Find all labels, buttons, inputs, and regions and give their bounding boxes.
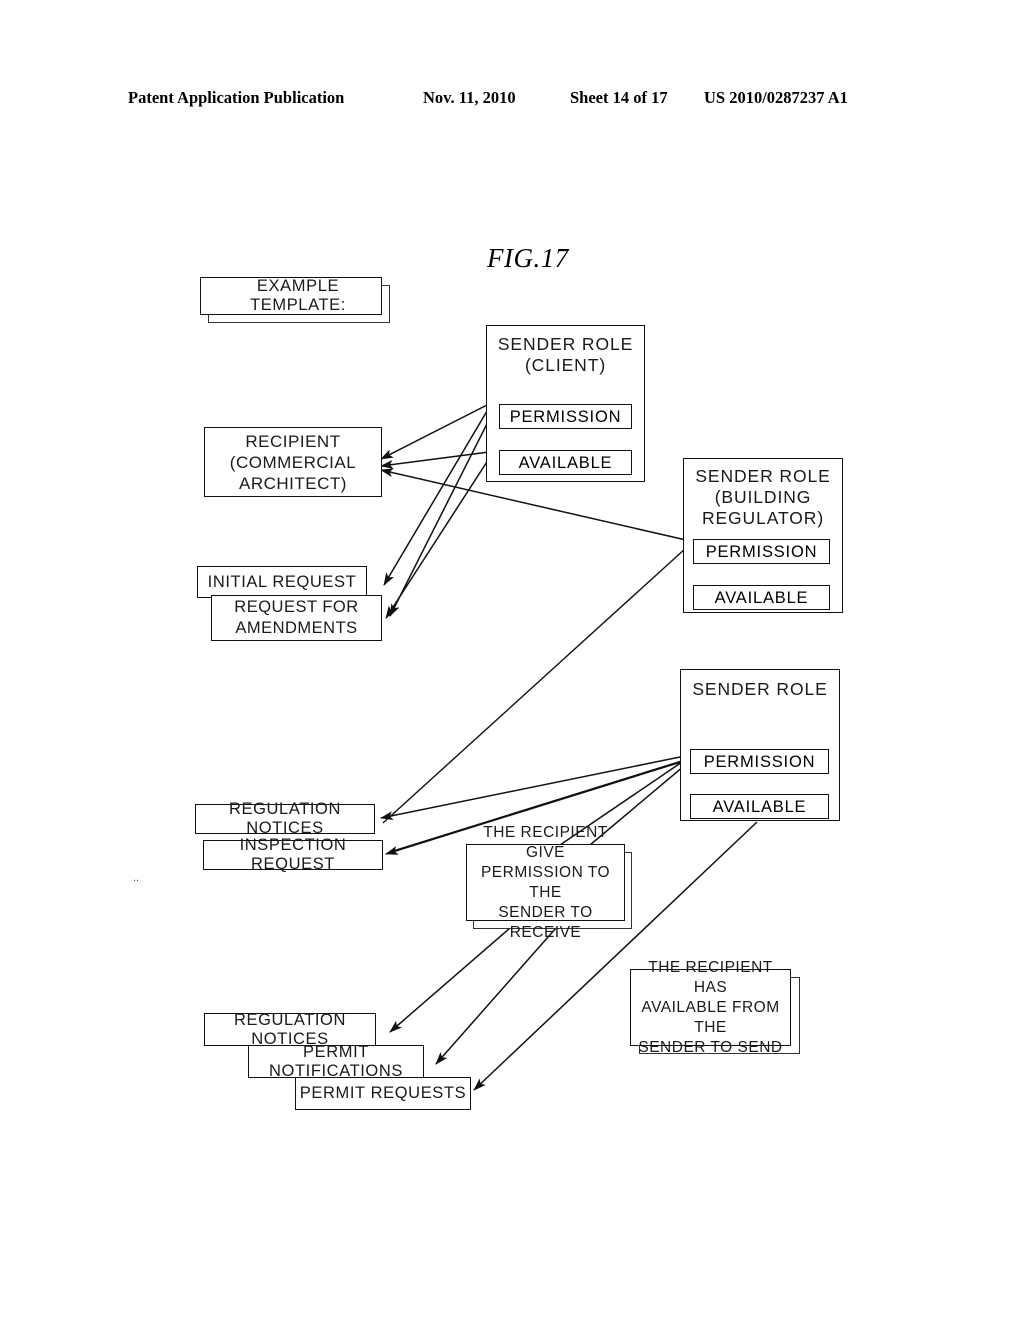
recipient-box[interactable]: RECIPIENT (COMMERCIAL ARCHITECT) bbox=[204, 427, 382, 497]
initial-request-label: INITIAL REQUEST bbox=[207, 572, 357, 591]
sender-role-regulator-permission-slot[interactable]: PERMISSION bbox=[693, 539, 830, 564]
request-for-amendments-label: REQUEST FOR AMENDMENTS bbox=[234, 598, 359, 637]
recipient-has-available-label: THE RECIPIENT HAS AVAILABLE FROM THE SEN… bbox=[638, 958, 783, 1056]
example-template-label: EXAMPLE TEMPLATE: bbox=[250, 277, 346, 314]
recipient-label: RECIPIENT (COMMERCIAL ARCHITECT) bbox=[229, 431, 357, 493]
sender-role-client-available-slot[interactable]: AVAILABLE bbox=[499, 450, 632, 475]
sender-role-plain-permission-label: PERMISSION bbox=[703, 753, 816, 771]
sender-role-regulator-available-slot[interactable]: AVAILABLE bbox=[693, 585, 830, 610]
recipient-has-available-box[interactable]: THE RECIPIENT HAS AVAILABLE FROM THE SEN… bbox=[630, 959, 791, 1056]
permit-notifications-box[interactable]: PERMIT NOTIFICATIONS bbox=[248, 1042, 424, 1080]
sender-role-regulator-title: SENDER ROLE (BUILDING REGULATOR) bbox=[695, 466, 831, 528]
sender-role-plain-title: SENDER ROLE bbox=[692, 679, 828, 699]
figure-area: FIG.17 .. EXAMPLE TEMPLATE: SENDER ROLE … bbox=[0, 0, 1024, 1320]
inspection-request-box[interactable]: INSPECTION REQUEST bbox=[203, 836, 383, 873]
permit-requests-label: PERMIT REQUESTS bbox=[299, 1084, 467, 1102]
recipient-give-permission-label: THE RECIPIENT GIVE PERMISSION TO THE SEN… bbox=[480, 823, 611, 941]
sender-role-client-title: SENDER ROLE (CLIENT) bbox=[497, 334, 634, 375]
example-template-box[interactable]: EXAMPLE TEMPLATE: bbox=[200, 277, 382, 315]
initial-request-box[interactable]: INITIAL REQUEST bbox=[197, 566, 367, 598]
connector-lines bbox=[380, 403, 758, 1091]
sender-role-plain-available-slot[interactable]: AVAILABLE bbox=[690, 794, 829, 819]
regulation-notices-top-box[interactable]: REGULATION NOTICES bbox=[195, 800, 375, 837]
sender-role-regulator-permission-label: PERMISSION bbox=[705, 543, 818, 561]
recipient-give-permission-box[interactable]: THE RECIPIENT GIVE PERMISSION TO THE SEN… bbox=[466, 824, 625, 941]
sender-role-regulator-available-label: AVAILABLE bbox=[714, 589, 809, 607]
sender-role-plain-permission-slot[interactable]: PERMISSION bbox=[690, 749, 829, 774]
sender-role-client-permission-slot[interactable]: PERMISSION bbox=[499, 404, 632, 429]
request-for-amendments-box[interactable]: REQUEST FOR AMENDMENTS bbox=[211, 595, 382, 641]
permit-requests-box[interactable]: PERMIT REQUESTS bbox=[295, 1077, 471, 1110]
regulation-notices-bottom-box[interactable]: REGULATION NOTICES bbox=[204, 1011, 376, 1048]
sender-role-plain-available-label: AVAILABLE bbox=[712, 798, 807, 816]
sender-role-client-permission-label: PERMISSION bbox=[509, 408, 622, 426]
permit-notifications-label: PERMIT NOTIFICATIONS bbox=[269, 1042, 403, 1080]
sender-role-client-available-label: AVAILABLE bbox=[518, 454, 613, 472]
regulation-notices-top-label: REGULATION NOTICES bbox=[228, 800, 342, 837]
inspection-request-label: INSPECTION REQUEST bbox=[239, 836, 347, 873]
